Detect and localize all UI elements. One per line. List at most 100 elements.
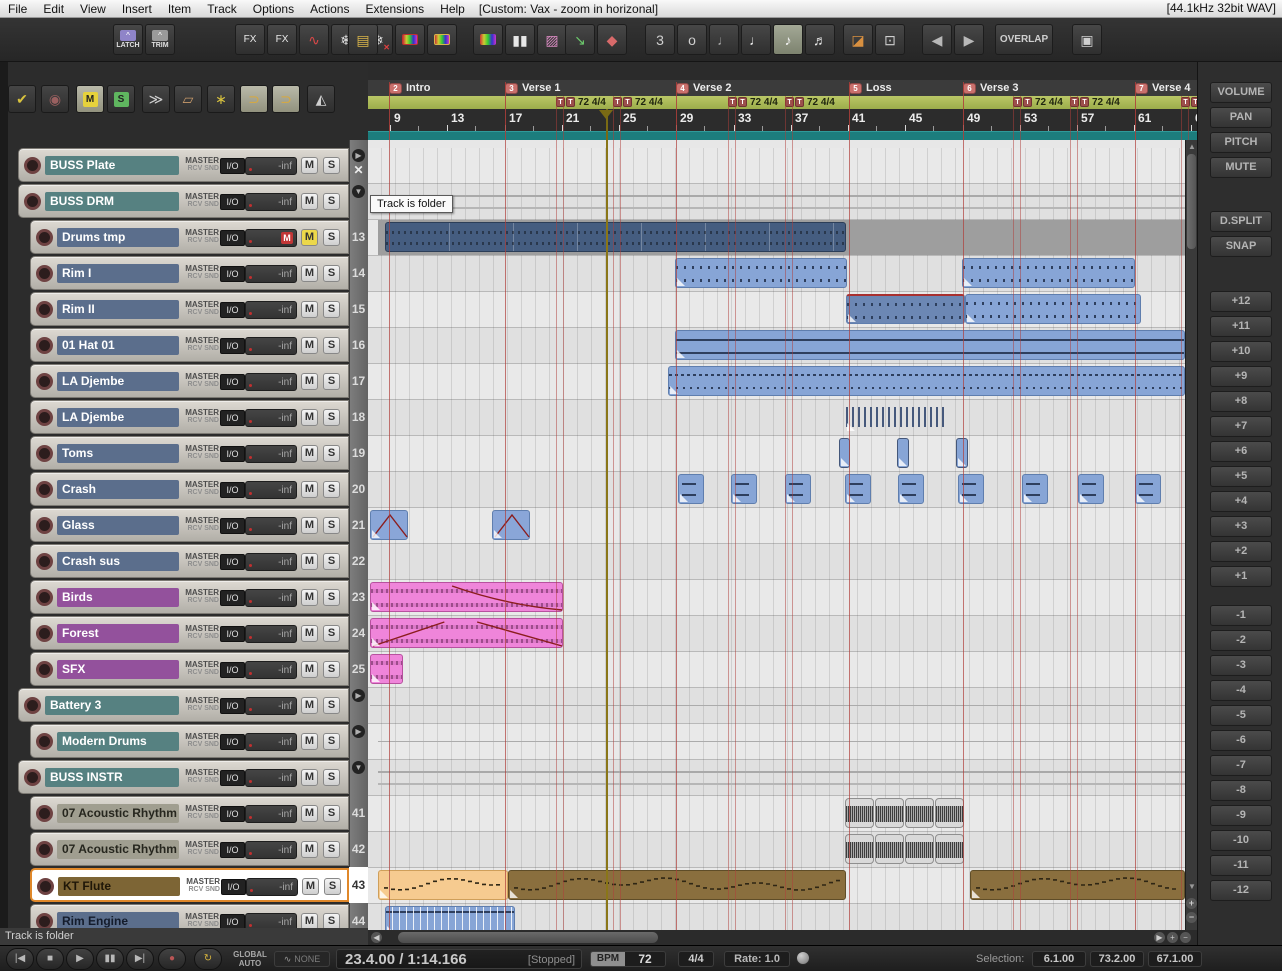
region-marker[interactable]: 2 Intro <box>389 82 430 94</box>
track-name-label[interactable]: Toms <box>57 444 179 463</box>
pitch-button-plus-11[interactable]: +11 <box>1210 316 1272 337</box>
solo-button[interactable]: S <box>323 733 340 750</box>
record-arm-button[interactable] <box>36 229 53 246</box>
volume-fader[interactable]: -inf <box>245 733 297 751</box>
menu-view[interactable]: View <box>80 2 106 16</box>
envelope-points-icon[interactable]: ∗ <box>207 85 235 113</box>
automation-mode-select[interactable]: ∿ NONE <box>274 951 330 967</box>
nav-back-button[interactable]: ◀ <box>922 24 952 55</box>
envelope-item-icon[interactable]: ▱ <box>174 85 202 113</box>
track-name-label[interactable]: Crash <box>57 480 179 499</box>
ripple-edit-all-icon[interactable]: ⊃ <box>272 85 300 113</box>
mute-button[interactable]: M <box>301 517 318 534</box>
pitch-button-plus-6[interactable]: +6 <box>1210 441 1272 462</box>
track-name-label[interactable]: Birds <box>57 588 179 607</box>
io-button[interactable]: I/O <box>220 158 245 174</box>
mute-button[interactable]: M <box>301 409 318 426</box>
media-item-bluenarrow[interactable] <box>897 438 909 468</box>
item-properties-icon[interactable]: ∿ <box>299 24 329 55</box>
io-button[interactable]: I/O <box>220 410 245 426</box>
media-item-orange[interactable] <box>378 870 508 900</box>
media-item-ghostline[interactable] <box>378 726 1185 756</box>
pitch-button-plus-5[interactable]: +5 <box>1210 466 1272 487</box>
track-number[interactable]: 42 <box>349 831 368 867</box>
trim-mode-button[interactable]: ^ TRIM <box>145 24 175 55</box>
solo-button[interactable]: S <box>323 841 340 858</box>
track-name-label[interactable]: Crash sus <box>57 552 179 571</box>
pitch-button-minus-5[interactable]: -5 <box>1210 705 1272 726</box>
track-name-label[interactable]: 01 Hat 01 <box>57 336 179 355</box>
track-name-label[interactable]: Rim II <box>57 300 179 319</box>
media-item-bluesq[interactable] <box>845 474 871 504</box>
io-button[interactable]: I/O <box>220 482 245 498</box>
trim-item-icon[interactable]: ⊡ <box>875 24 905 55</box>
solo-button[interactable]: S <box>324 878 341 895</box>
master-mute-icon[interactable]: M <box>76 85 104 113</box>
media-item-blueticks[interactable] <box>965 294 1141 324</box>
media-item-ghost[interactable] <box>378 186 1185 216</box>
record-arm-button[interactable] <box>36 553 53 570</box>
horizontal-zoom-in-icon[interactable]: + <box>1167 932 1178 943</box>
mute-button[interactable]: M <box>301 769 318 786</box>
io-button[interactable]: I/O <box>220 590 245 606</box>
vscroll-thumb[interactable] <box>1187 154 1196 249</box>
track-number[interactable]: 21 <box>349 507 368 543</box>
track-number[interactable]: 24 <box>349 615 368 651</box>
mute-button[interactable]: M <box>301 913 318 928</box>
arrange-row-buss-plate[interactable] <box>368 148 1185 184</box>
record-arm-button[interactable] <box>36 481 53 498</box>
media-item-blueticks[interactable] <box>675 258 847 288</box>
nav-forward-button[interactable]: ▶ <box>954 24 984 55</box>
media-item-bluesq[interactable] <box>898 474 924 504</box>
mute-button[interactable]: M <box>301 553 318 570</box>
menu-file[interactable]: File <box>8 2 27 16</box>
pitch-button-minus-1[interactable]: -1 <box>1210 605 1272 626</box>
track-name-label[interactable]: Rim Engine <box>57 912 179 928</box>
record-arm-button[interactable] <box>36 445 53 462</box>
media-item-graywave[interactable] <box>875 798 904 828</box>
pitch-button-plus-12[interactable]: +12 <box>1210 291 1272 312</box>
arrange-row-crash-sus[interactable] <box>368 544 1185 580</box>
go-to-start-button[interactable]: |◀ <box>6 948 34 970</box>
volume-fader[interactable]: -inf <box>245 193 297 211</box>
track-row-sfx[interactable]: SFX MASTER RCV SND I/O -inf M S <box>30 652 349 686</box>
pitch-button-minus-10[interactable]: -10 <box>1210 830 1272 851</box>
track-row-buss-plate[interactable]: BUSS Plate MASTER RCV SND I/O -inf M S <box>18 148 349 182</box>
track-number[interactable]: 41 <box>349 795 368 831</box>
track-number[interactable]: 23 <box>349 579 368 615</box>
menu-insert[interactable]: Insert <box>122 2 152 16</box>
track-number[interactable]: 13 <box>349 219 368 255</box>
record-arm-button[interactable] <box>36 373 53 390</box>
panel-button-pan[interactable]: PAN <box>1210 107 1272 128</box>
record-arm-button[interactable] <box>36 265 53 282</box>
media-item-bluesq[interactable] <box>731 474 757 504</box>
track-row-crash[interactable]: Crash MASTER RCV SND I/O -inf M S <box>30 472 349 506</box>
solo-button[interactable]: S <box>323 409 340 426</box>
autoscroll-icon[interactable]: ≫ <box>142 85 170 113</box>
tempo-marker-icon[interactable]: T <box>738 97 747 107</box>
volume-fader[interactable]: -inf <box>245 769 297 787</box>
note-triplet-button[interactable]: 3 <box>645 24 675 55</box>
media-item-bluevticks[interactable] <box>846 402 946 432</box>
track-name-label[interactable]: Rim I <box>57 264 179 283</box>
overlap-button[interactable]: OVERLAP <box>995 24 1053 55</box>
latch-mode-button[interactable]: ^ LATCH <box>113 24 143 55</box>
track-row-kt-flute[interactable]: KT Flute MASTER RCV SND I/O -inf M S <box>30 868 349 902</box>
vertical-zoom-out-icon[interactable]: − <box>1186 912 1197 923</box>
pitch-button-minus-4[interactable]: -4 <box>1210 680 1272 701</box>
media-item-graywave[interactable] <box>935 834 964 864</box>
io-button[interactable]: I/O <box>220 374 245 390</box>
record-arm-button[interactable] <box>36 409 53 426</box>
track-row-modern-drums[interactable]: Modern Drums MASTER RCV SND I/O -inf M S <box>30 724 349 758</box>
volume-fader[interactable]: -inf <box>245 625 297 643</box>
solo-button[interactable]: S <box>323 913 340 928</box>
note-whole-button[interactable]: o <box>677 24 707 55</box>
volume-fader[interactable]: -inf <box>245 913 297 928</box>
arrange-row-glass[interactable] <box>368 508 1185 544</box>
io-button[interactable]: I/O <box>220 338 245 354</box>
volume-fader[interactable]: -inf <box>245 301 297 319</box>
io-button[interactable]: I/O <box>220 230 245 246</box>
playrate-knob[interactable] <box>796 951 810 965</box>
arrange-row-07-acoustic-rhythm-v[interactable] <box>368 832 1185 868</box>
media-monitor-icon[interactable]: ▣ <box>1072 24 1102 55</box>
